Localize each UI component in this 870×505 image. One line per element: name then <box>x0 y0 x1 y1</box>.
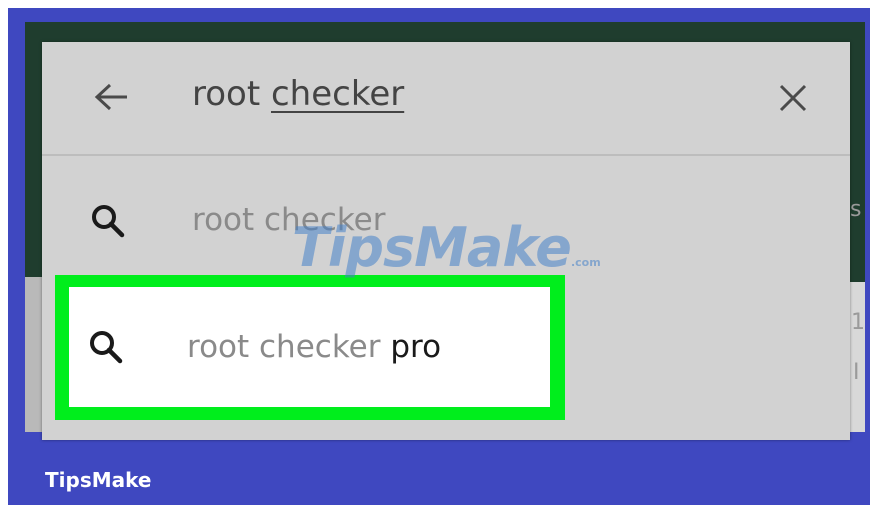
watermark-text: TipsMake <box>292 216 572 279</box>
search-input[interactable]: root checker <box>192 74 404 114</box>
search-query-underlined: checker <box>270 74 405 114</box>
background-text: I <box>853 360 860 385</box>
search-bar: root checker <box>42 42 850 154</box>
suggestion-bold: pro <box>390 329 442 365</box>
arrow-left-icon[interactable] <box>94 82 130 112</box>
highlight-box: root checker pro <box>55 275 565 420</box>
background-text: 1 <box>851 310 865 335</box>
footer-brand: TipsMake <box>45 468 152 492</box>
background-text: s <box>850 197 862 222</box>
watermark-suffix: .com <box>570 256 601 269</box>
suggestion-text: root checker pro <box>187 329 441 365</box>
suggestion-plain: root checker <box>187 329 391 365</box>
search-query-text: root <box>192 74 271 114</box>
search-icon <box>92 205 125 238</box>
close-icon[interactable] <box>778 83 808 113</box>
watermark: TipsMake.com <box>292 216 601 279</box>
suggestion-item-highlighted[interactable]: root checker pro <box>69 287 550 407</box>
search-icon <box>90 331 123 364</box>
divider <box>42 154 850 156</box>
